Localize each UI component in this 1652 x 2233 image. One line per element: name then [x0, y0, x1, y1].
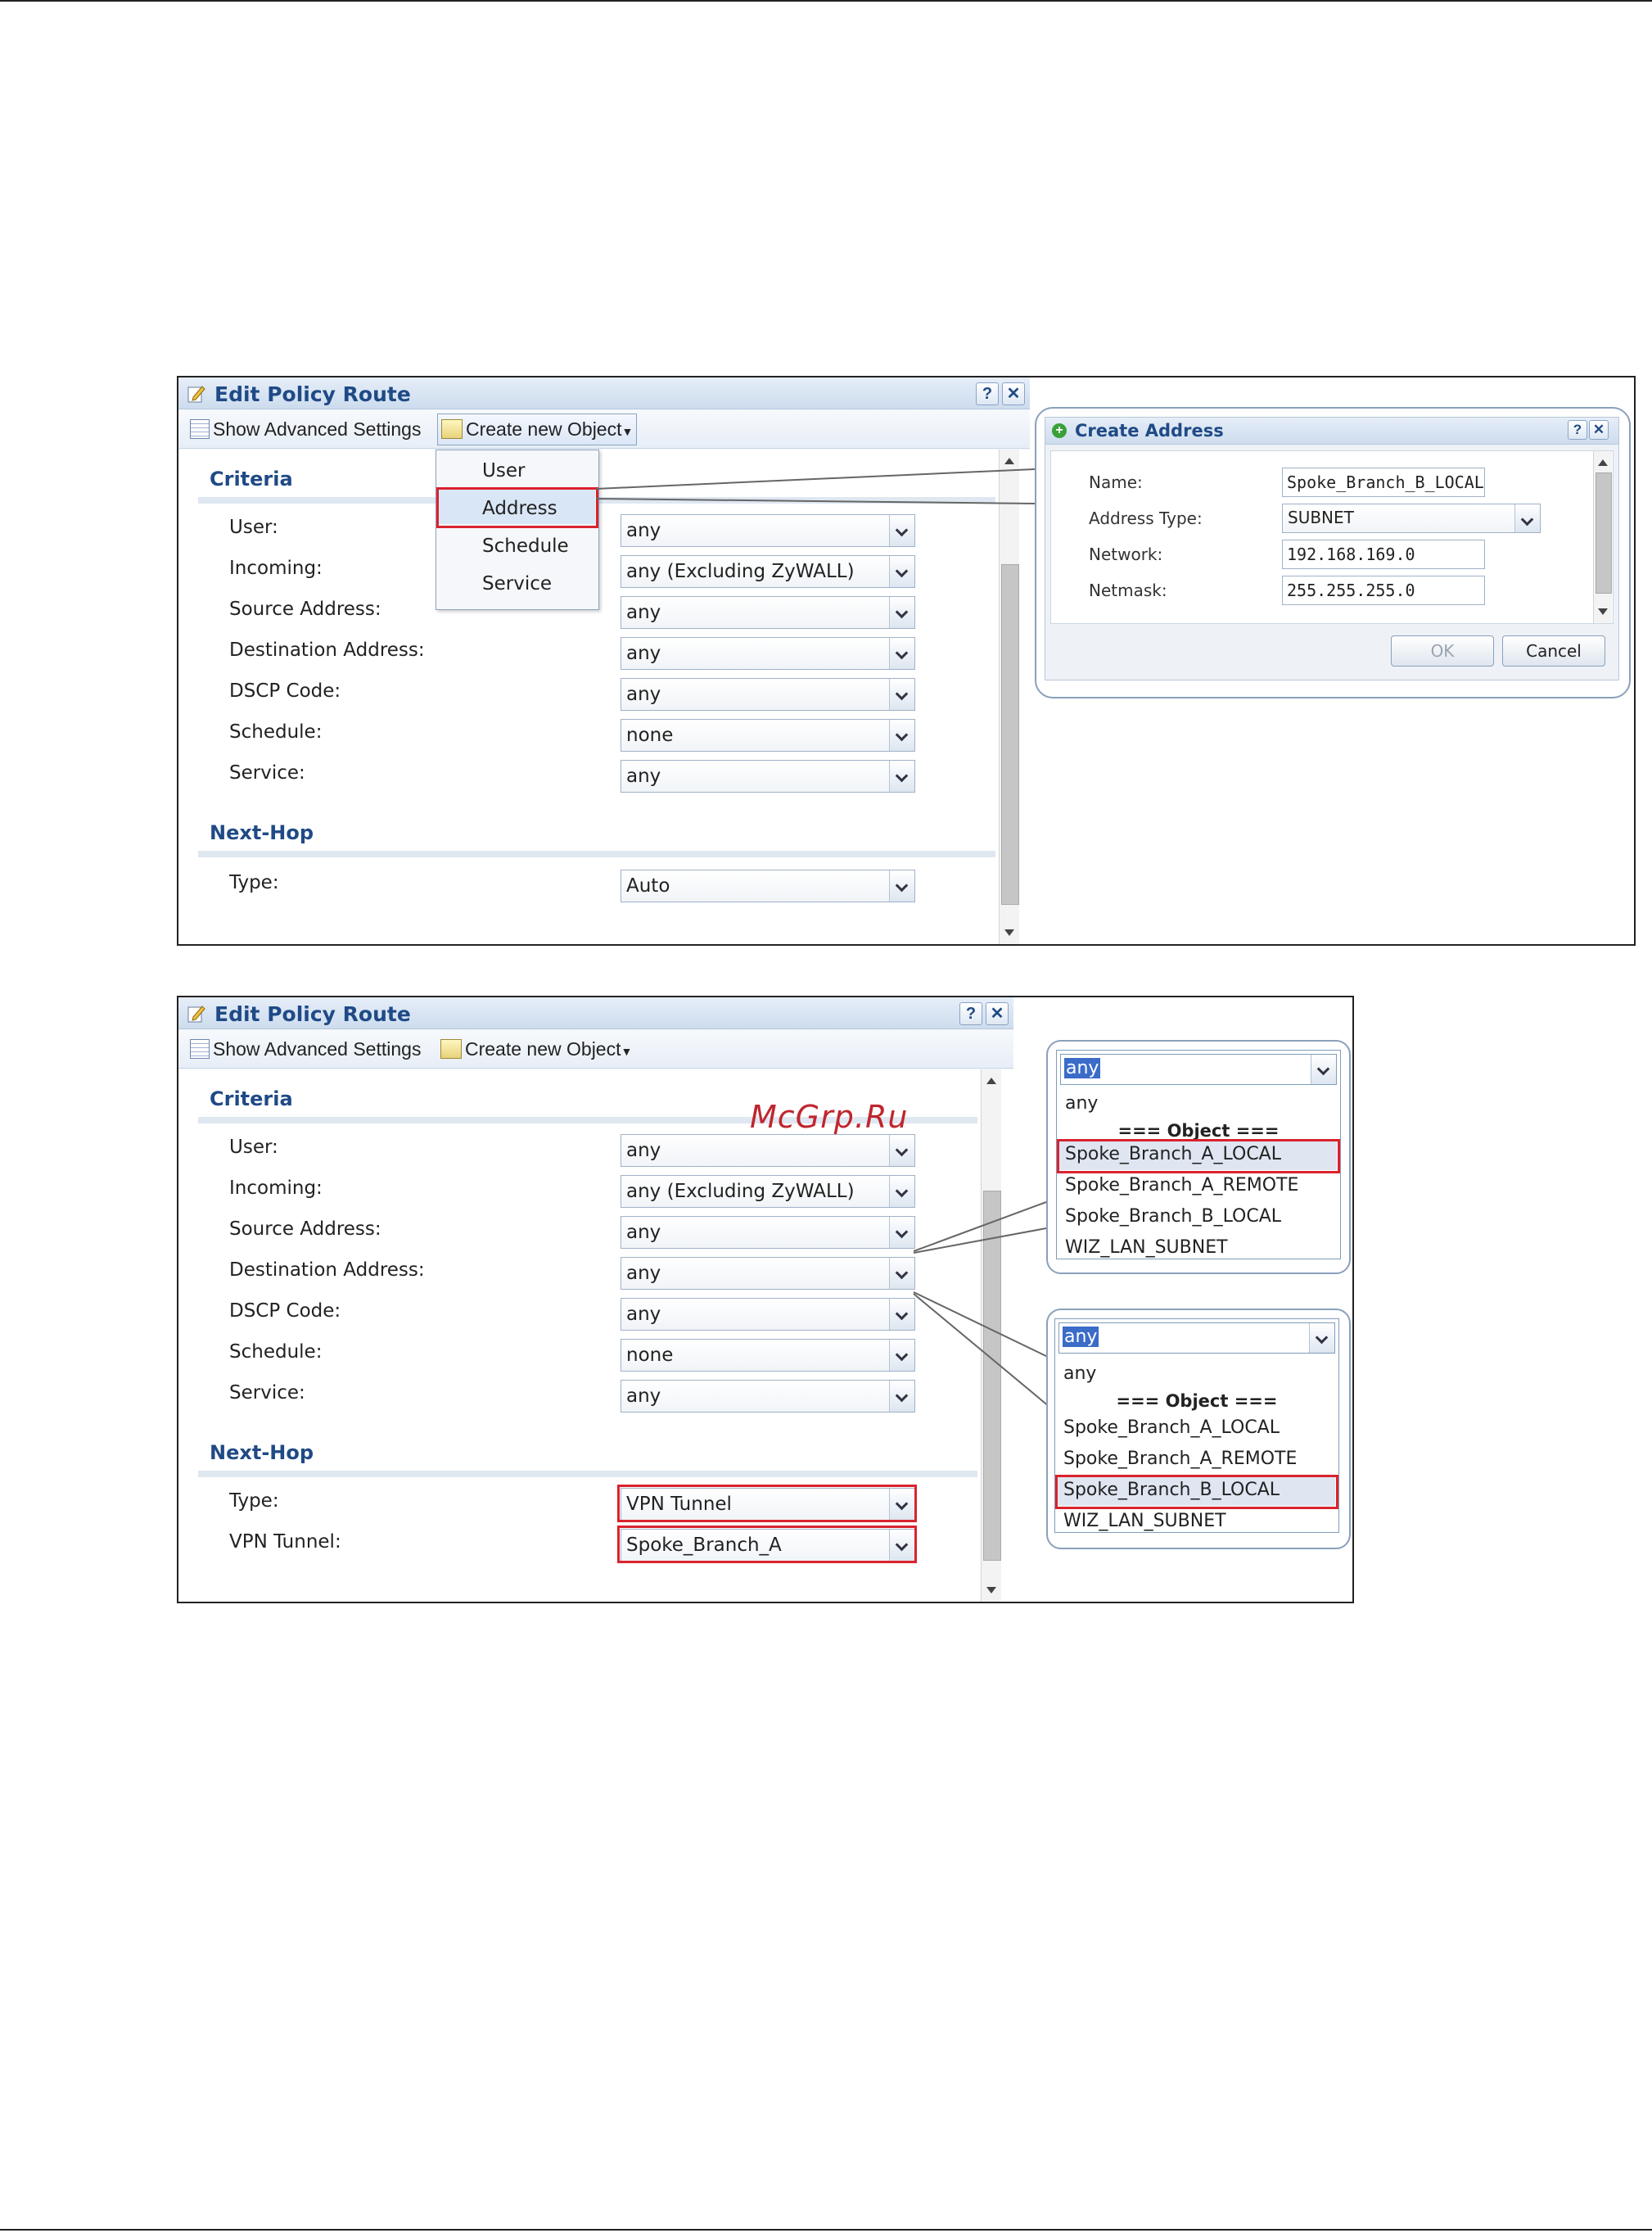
create-address-dialog: + Create Address ? ✕ Name: Spoke_Branch_… [1045, 417, 1619, 680]
dropdown-option[interactable]: WIZ_LAN_SUBNET [1065, 1237, 1228, 1258]
figure-1: Edit Policy Route ? ✕ Show Advanced Sett… [177, 376, 1636, 946]
create-address-callout: + Create Address ? ✕ Name: Spoke_Branch_… [1035, 407, 1631, 698]
source-dropdown-callout: any any === Object === Spoke_Branch_A_LO… [1046, 1040, 1351, 1274]
dropdown-option[interactable]: Spoke_Branch_A_REMOTE [1065, 1175, 1298, 1196]
create-address-title: Create Address [1075, 421, 1224, 441]
destination-address-dropdown: any any === Object === Spoke_Branch_A_LO… [1054, 1318, 1339, 1533]
chevron-down-icon [1311, 1055, 1336, 1084]
dropdown-head[interactable]: any [1060, 1054, 1337, 1085]
close-button[interactable]: ✕ [1589, 420, 1609, 440]
dropdown-selected: any [1063, 1327, 1099, 1347]
dropdown-group-header: === Object === [1117, 1121, 1280, 1141]
create-address-titlebar: + Create Address ? ✕ [1045, 418, 1618, 445]
selected-option-highlight-box [1057, 1139, 1340, 1173]
top-rule [0, 0, 1652, 2]
dropdown-option[interactable]: any [1065, 1093, 1098, 1114]
ok-button[interactable]: OK [1391, 635, 1494, 667]
network-input[interactable]: 192.168.169.0 [1282, 540, 1485, 569]
netmask-label: Netmask: [1089, 581, 1167, 600]
dropdown-option[interactable]: Spoke_Branch_A_LOCAL [1063, 1417, 1280, 1438]
dropdown-option[interactable]: WIZ_LAN_SUBNET [1063, 1511, 1226, 1531]
dropdown-head[interactable]: any [1058, 1322, 1335, 1354]
figure-2: Edit Policy Route ? ✕ Show Advanced Sett… [177, 996, 1354, 1603]
dropdown-group-header: === Object === [1116, 1391, 1278, 1411]
name-input[interactable]: Spoke_Branch_B_LOCAL [1282, 468, 1485, 497]
dropdown-option[interactable]: Spoke_Branch_A_REMOTE [1063, 1449, 1297, 1469]
add-icon: + [1052, 423, 1067, 438]
dropdown-option[interactable]: Spoke_Branch_B_LOCAL [1065, 1206, 1281, 1227]
address-type-select[interactable]: SUBNET [1282, 504, 1541, 533]
scroll-up-icon[interactable] [1598, 459, 1608, 466]
chevron-down-icon [1514, 504, 1540, 532]
dropdown-option[interactable]: any [1063, 1363, 1096, 1384]
source-address-dropdown: any any === Object === Spoke_Branch_A_LO… [1056, 1050, 1341, 1259]
cancel-button[interactable]: Cancel [1502, 635, 1605, 667]
network-label: Network: [1089, 545, 1163, 564]
netmask-input[interactable]: 255.255.255.0 [1282, 576, 1485, 605]
destination-dropdown-callout: any any === Object === Spoke_Branch_A_LO… [1046, 1309, 1351, 1549]
selected-option-highlight-box [1055, 1475, 1338, 1509]
address-type-label: Address Type: [1089, 509, 1203, 528]
scrollbar-thumb[interactable] [1596, 472, 1612, 594]
chevron-down-icon [1309, 1323, 1334, 1353]
create-address-form: Name: Spoke_Branch_B_LOCAL Address Type:… [1050, 450, 1614, 624]
dropdown-selected: any [1064, 1058, 1101, 1078]
help-button[interactable]: ? [1568, 420, 1587, 440]
bottom-rule [0, 2229, 1652, 2231]
form-scrollbar[interactable] [1593, 451, 1612, 623]
name-label: Name: [1089, 472, 1143, 492]
scroll-down-icon[interactable] [1598, 608, 1608, 615]
